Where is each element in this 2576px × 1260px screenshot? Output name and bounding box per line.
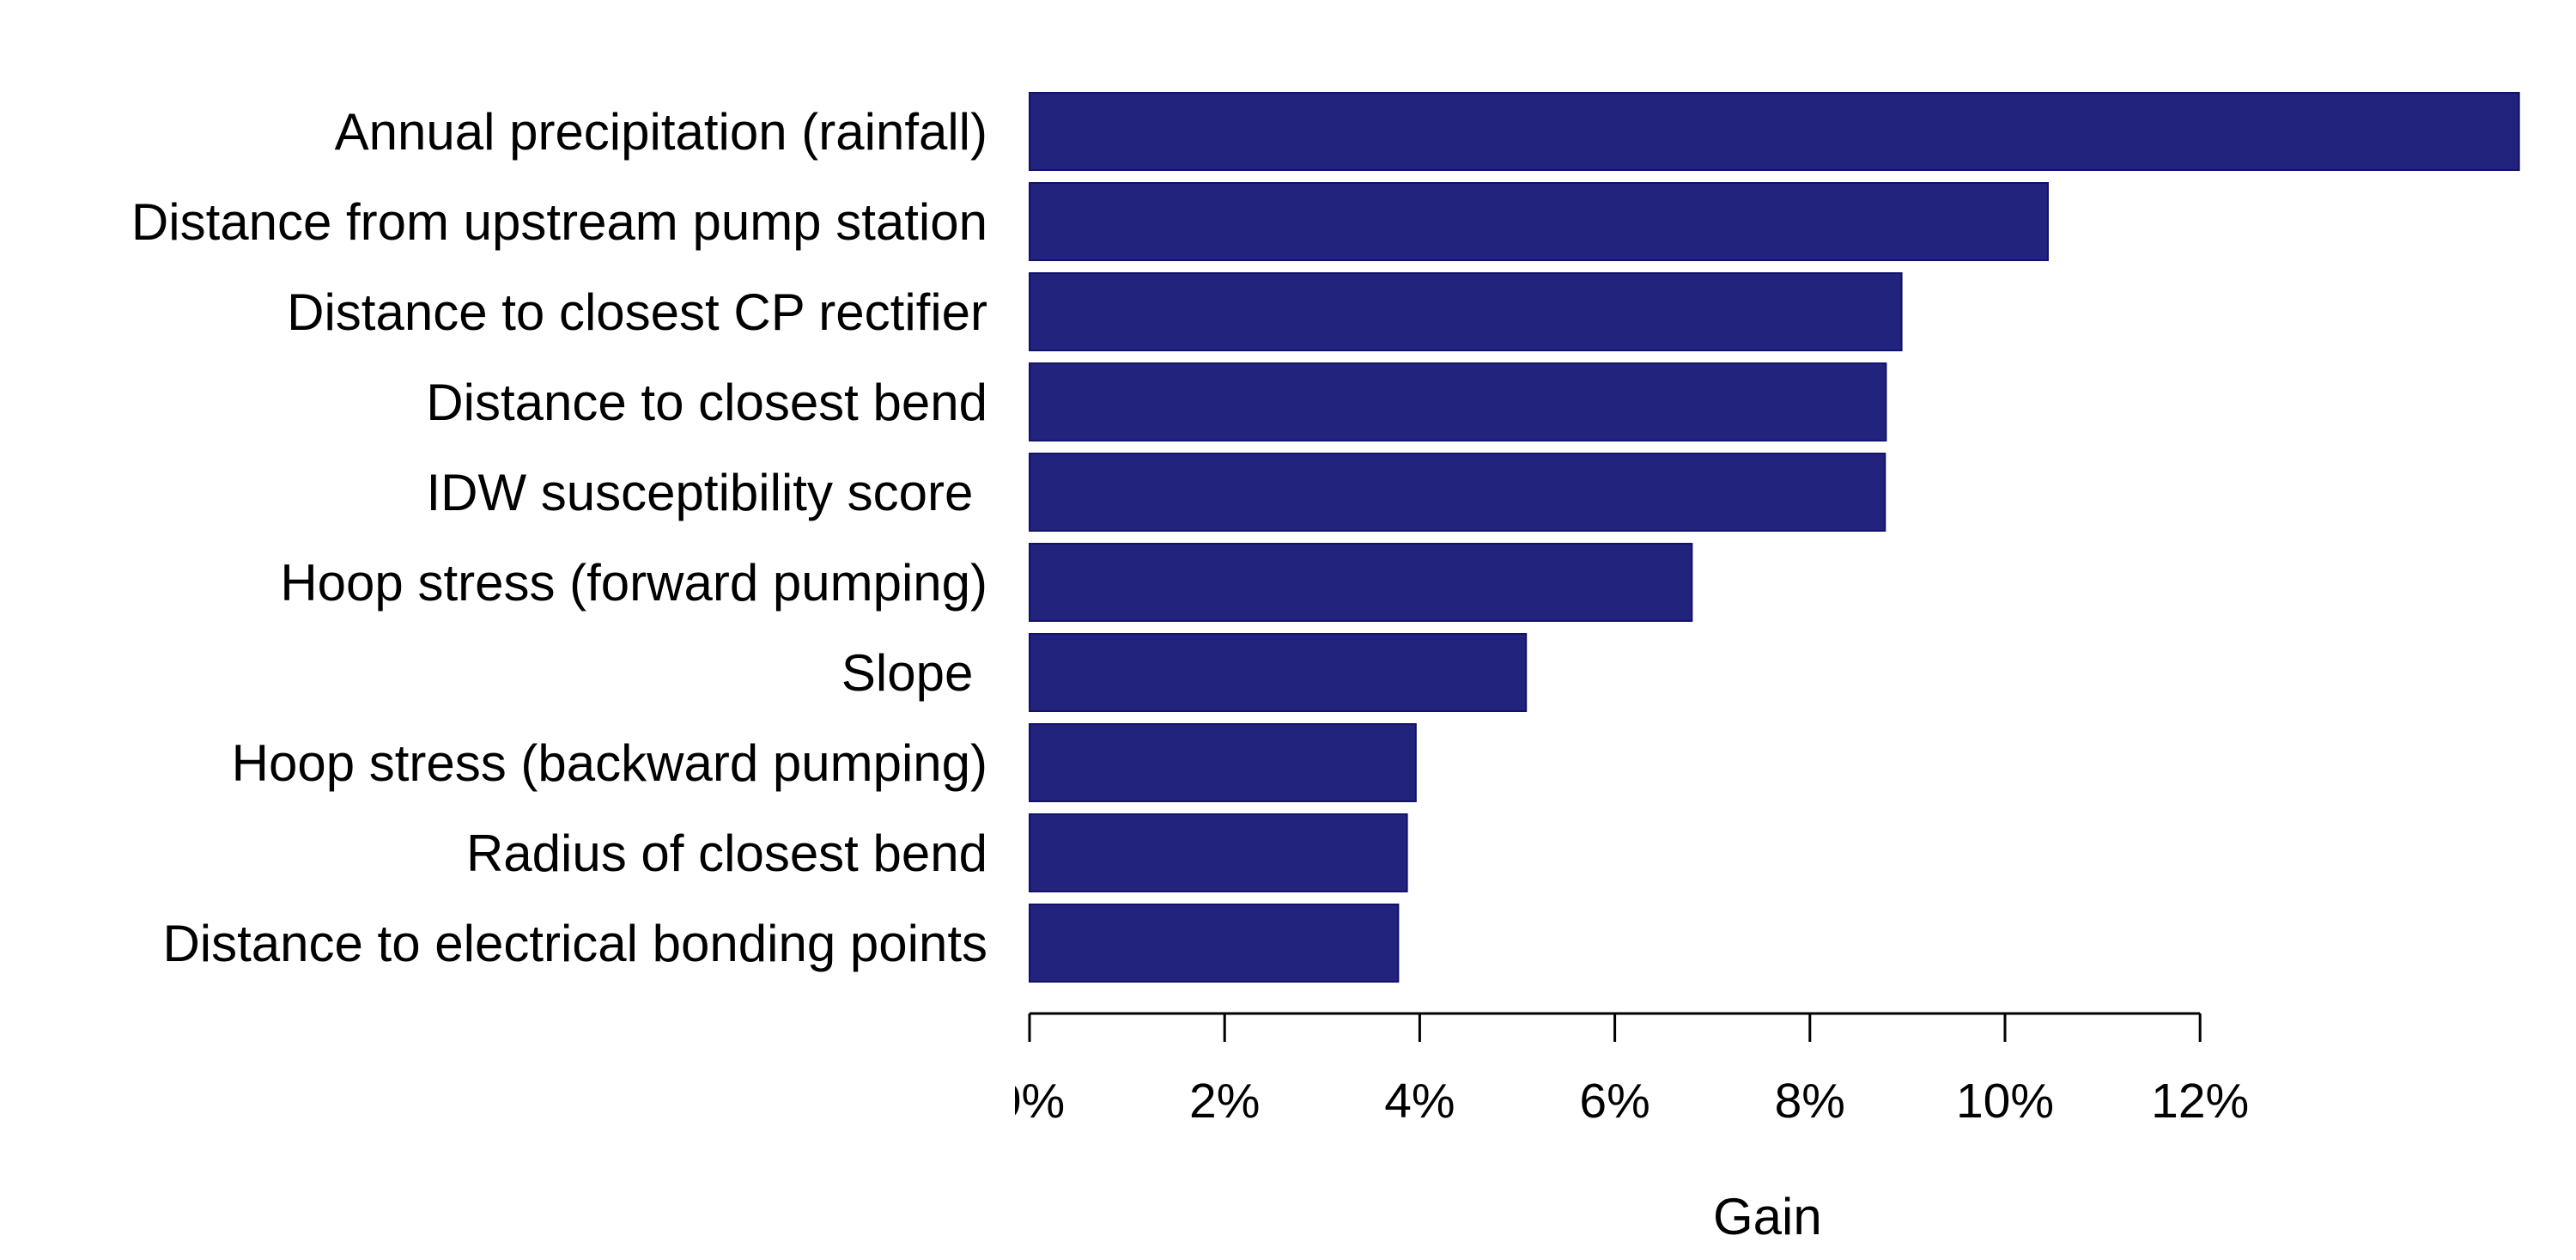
x-axis-title: Gain xyxy=(1713,1188,1822,1245)
category-label: Annual precipitation (rainfall) xyxy=(335,103,987,161)
category-label: Hoop stress (backward pumping) xyxy=(232,734,987,792)
x-tick-label: 10% xyxy=(1956,1074,2054,1129)
x-tick-label: 8% xyxy=(1775,1074,1845,1129)
category-label: Distance from upstream pump station xyxy=(131,193,987,251)
category-label: Distance to electrical bonding points xyxy=(162,915,987,972)
bar xyxy=(1029,543,1693,622)
bars-group xyxy=(1029,92,2520,983)
category-labels-group: Annual precipitation (rainfall) Distance … xyxy=(131,103,987,972)
bar xyxy=(1029,92,2520,171)
bar xyxy=(1029,272,1903,351)
x-tick-label: 0% xyxy=(994,1074,1065,1129)
x-axis-ticks xyxy=(1028,1013,2202,1042)
x-axis: 0% 2% 4% 6% 8% 10% 12% xyxy=(994,1012,2249,1129)
category-label: Distance to closest CP rectifier xyxy=(287,283,987,341)
category-label: Slope xyxy=(841,644,987,702)
category-label: IDW susceptibility score xyxy=(427,464,988,521)
bar xyxy=(1029,453,1886,532)
category-label: Radius of closest bend xyxy=(466,825,987,882)
x-tick-label: 6% xyxy=(1579,1074,1649,1129)
bar xyxy=(1029,723,1417,802)
bar xyxy=(1029,633,1528,712)
category-label: Hoop stress (forward pumping) xyxy=(280,554,987,612)
bar xyxy=(1029,362,1887,441)
gain-bar-chart: Annual precipitation (rainfall) Distance … xyxy=(131,92,2520,1245)
bar xyxy=(1029,813,1408,892)
bar xyxy=(1029,904,1400,983)
x-tick-label: 12% xyxy=(2151,1074,2249,1129)
x-tick-label: 4% xyxy=(1384,1074,1455,1129)
category-label: Distance to closest bend xyxy=(426,374,987,431)
x-tick-label: 2% xyxy=(1189,1074,1260,1129)
bar xyxy=(1029,182,2049,261)
x-axis-tick-labels: 0% 2% 4% 6% 8% 10% 12% xyxy=(994,1074,2249,1129)
